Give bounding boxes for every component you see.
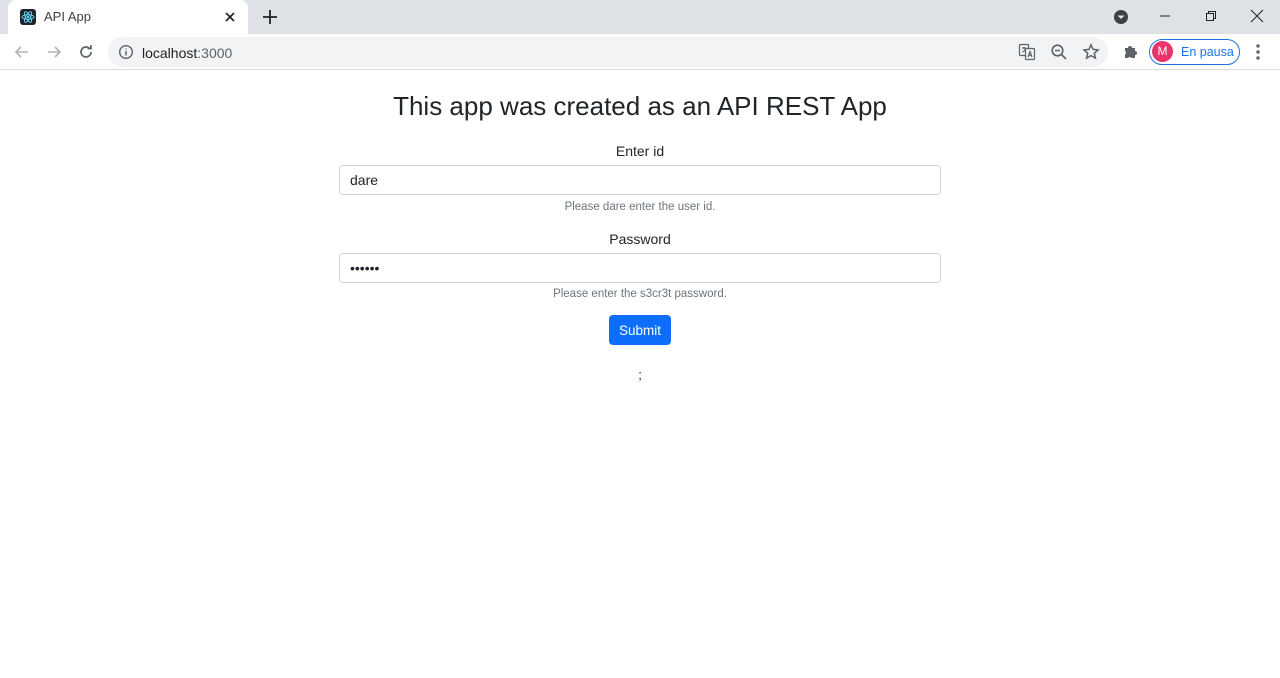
react-favicon-icon: [20, 9, 36, 25]
password-label: Password: [609, 231, 671, 247]
tab-close-icon[interactable]: [222, 9, 238, 25]
page-title: This app was created as an API REST App: [393, 91, 887, 121]
bookmark-star-icon[interactable]: [1082, 42, 1100, 61]
info-icon[interactable]: [118, 44, 134, 60]
tab-strip: API App: [0, 0, 1280, 34]
zoom-out-icon[interactable]: [1050, 43, 1068, 61]
avatar: M: [1152, 41, 1173, 62]
submit-button[interactable]: Submit: [609, 315, 671, 345]
window-close-icon[interactable]: [1234, 0, 1280, 32]
url-port: :3000: [197, 45, 233, 61]
browser-tab[interactable]: API App: [8, 0, 248, 34]
result-output: ;: [638, 367, 642, 382]
browser-toolbar: localhost:3000 M En pausa: [0, 34, 1280, 70]
url-host: localhost: [142, 45, 198, 61]
profile-chip[interactable]: M En pausa: [1149, 39, 1240, 65]
forward-icon[interactable]: [42, 40, 66, 64]
tab-title: API App: [44, 9, 91, 24]
extensions-icon[interactable]: [1122, 43, 1140, 61]
id-label: Enter id: [615, 143, 665, 159]
password-input[interactable]: [339, 253, 941, 283]
kebab-menu-icon[interactable]: [1250, 43, 1266, 61]
id-input[interactable]: [339, 165, 941, 195]
minimize-icon[interactable]: [1142, 0, 1188, 32]
url-text: localhost:3000: [142, 45, 232, 61]
back-icon[interactable]: [10, 40, 34, 64]
page-content: This app was created as an API REST App …: [0, 71, 1280, 678]
translate-icon[interactable]: [1018, 43, 1036, 61]
profile-status: En pausa: [1181, 45, 1234, 59]
address-bar[interactable]: localhost:3000: [108, 37, 1108, 67]
new-tab-icon[interactable]: [260, 7, 280, 27]
reload-icon[interactable]: [74, 40, 98, 64]
tab-search-icon[interactable]: [1112, 8, 1130, 26]
password-help-text: Please enter the s3cr3t password.: [553, 288, 727, 300]
id-help-text: Please dare enter the user id.: [564, 201, 716, 213]
restore-icon[interactable]: [1188, 0, 1234, 32]
